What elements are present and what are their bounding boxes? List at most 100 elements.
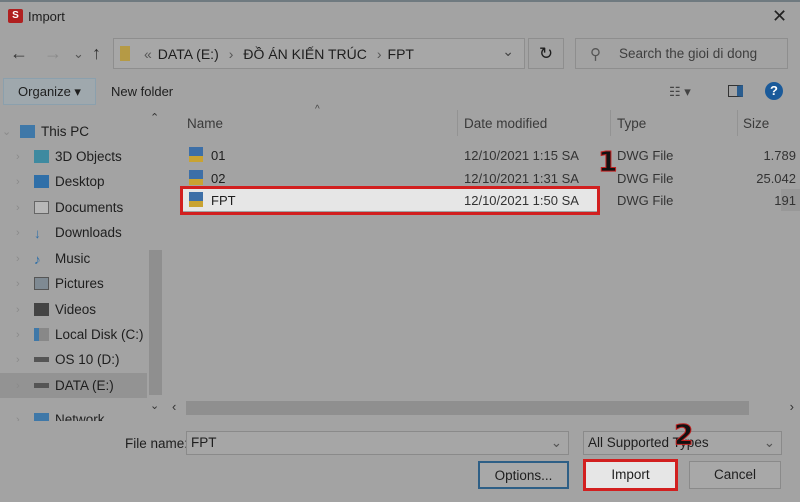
sidebar-item-network[interactable]: › Network xyxy=(0,407,147,421)
file-type: DWG File xyxy=(617,171,674,186)
chevron-down-icon[interactable]: ⌄ xyxy=(551,432,562,454)
sidebar-item-documents[interactable]: › Documents xyxy=(0,195,147,220)
scroll-right-icon[interactable]: › xyxy=(790,399,794,414)
breadcrumb-overflow[interactable]: « xyxy=(144,46,152,62)
options-button[interactable]: Options... xyxy=(478,461,569,489)
breadcrumb-data-e[interactable]: DATA (E:) xyxy=(158,46,219,62)
preview-pane-button[interactable] xyxy=(728,85,743,97)
address-bar[interactable]: « DATA (E:) › ĐỒ ÁN KIẾN TRÚC › FPT ⌄ xyxy=(113,38,525,69)
sidebar-item-label: OS 10 (D:) xyxy=(55,352,120,367)
column-header-date[interactable]: Date modified xyxy=(464,116,547,131)
sidebar-item-label: Music xyxy=(55,251,91,266)
sidebar-item-label: Desktop xyxy=(55,174,105,189)
video-icon xyxy=(34,303,49,316)
step-1-label: 1 xyxy=(597,145,618,179)
breadcrumb-separator: › xyxy=(228,45,234,62)
document-icon xyxy=(34,201,49,214)
music-icon: ♪ xyxy=(34,252,41,267)
breadcrumb-do-an-kien-truc[interactable]: ĐỒ ÁN KIẾN TRÚC xyxy=(243,46,366,62)
picture-icon xyxy=(34,277,49,290)
scroll-up-icon[interactable]: ⌃ xyxy=(150,111,159,124)
highlight-box-file xyxy=(180,186,600,215)
back-button[interactable]: ← xyxy=(10,43,28,64)
sidebar-item-label: Documents xyxy=(55,200,124,215)
cube-icon xyxy=(34,150,49,163)
search-input[interactable]: ⚲ Search the gioi di dong xyxy=(575,38,788,69)
file-type: DWG File xyxy=(617,193,674,208)
file-row[interactable]: 01 12/10/2021 1:15 SA DWG File 1.789 xyxy=(181,144,800,166)
sidebar-item-videos[interactable]: › Videos xyxy=(0,297,147,322)
file-date: 12/10/2021 1:15 SA xyxy=(464,148,579,163)
sidebar-item-local-disk-c[interactable]: › Local Disk (C:) xyxy=(0,322,147,347)
sidebar-item-label: Videos xyxy=(55,302,97,317)
forward-button[interactable]: → xyxy=(44,43,62,64)
column-header-name[interactable]: Name xyxy=(187,116,223,131)
folder-icon xyxy=(120,46,130,61)
sidebar-item-this-pc[interactable]: ⌄ This PC xyxy=(0,119,147,144)
sidebar-item-label: Network xyxy=(55,412,105,421)
dwg-file-icon xyxy=(189,147,203,162)
up-button[interactable]: ↑ xyxy=(92,43,101,64)
close-button[interactable]: ✕ xyxy=(772,6,787,27)
download-icon: ↓ xyxy=(34,226,41,241)
search-icon: ⚲ xyxy=(590,45,601,63)
sidebar-item-music[interactable]: › ♪ Music xyxy=(0,246,147,271)
network-icon xyxy=(34,413,49,421)
search-placeholder: Search the gioi di dong xyxy=(619,46,758,61)
sidebar-item-3d-objects[interactable]: › 3D Objects xyxy=(0,144,147,169)
sidebar-item-label: Local Disk (C:) xyxy=(55,327,144,342)
organize-button[interactable]: Organize ▾ xyxy=(3,78,96,105)
sidebar-item-label: DATA (E:) xyxy=(55,378,114,393)
sidebar-item-pictures[interactable]: › Pictures xyxy=(0,271,147,296)
file-date: 12/10/2021 1:31 SA xyxy=(464,171,579,186)
desktop-icon xyxy=(34,175,49,188)
file-type: DWG File xyxy=(617,148,674,163)
column-divider xyxy=(737,110,738,136)
drive-icon xyxy=(34,328,49,341)
sidebar-item-label: This PC xyxy=(41,124,90,139)
pc-icon xyxy=(20,125,35,138)
sidebar-item-label: Pictures xyxy=(55,276,104,291)
refresh-button[interactable]: ↻ xyxy=(528,38,564,69)
drive-icon xyxy=(34,357,49,362)
file-name-input[interactable]: FPT ⌄ xyxy=(186,431,569,455)
dwg-file-icon xyxy=(189,170,203,185)
window-title: Import xyxy=(28,9,65,24)
file-name-value: FPT xyxy=(191,435,217,450)
new-folder-button[interactable]: New folder xyxy=(111,84,173,99)
view-options-button[interactable]: ☷ ▾ xyxy=(669,84,691,100)
drive-icon xyxy=(34,383,49,388)
horizontal-scroll-thumb[interactable] xyxy=(186,401,749,415)
breadcrumb-separator: › xyxy=(376,45,382,62)
breadcrumb-fpt[interactable]: FPT xyxy=(388,46,414,62)
sidebar-item-downloads[interactable]: › ↓ Downloads xyxy=(0,220,147,245)
column-header-size[interactable]: Size xyxy=(743,116,769,131)
column-divider xyxy=(610,110,611,136)
file-name-label: File name: xyxy=(125,436,189,451)
sidebar-item-label: Downloads xyxy=(55,225,122,240)
sidebar-item-desktop[interactable]: › Desktop xyxy=(0,169,147,194)
highlight-box-import xyxy=(583,459,678,491)
help-button[interactable]: ? xyxy=(765,82,783,100)
sidebar-item-label: 3D Objects xyxy=(55,149,122,164)
cancel-button[interactable]: Cancel xyxy=(689,461,781,489)
file-size: 1.789 xyxy=(763,148,796,163)
column-divider xyxy=(457,110,458,136)
scroll-down-icon[interactable]: ⌄ xyxy=(150,399,159,412)
step-2-label: 2 xyxy=(673,418,694,452)
column-header-type[interactable]: Type xyxy=(617,116,646,131)
sidebar-item-os-10-d[interactable]: › OS 10 (D:) xyxy=(0,347,147,372)
title-bar xyxy=(0,0,800,34)
scroll-left-icon[interactable]: ‹ xyxy=(172,399,176,414)
navigation-pane: ⌄ This PC › 3D Objects › Desktop › Documents… xyxy=(0,111,147,421)
file-name: 01 xyxy=(211,148,226,163)
sketchup-app-icon: S xyxy=(8,9,23,23)
sidebar-item-data-e[interactable]: › DATA (E:) xyxy=(0,373,147,398)
sort-ascending-icon: ^ xyxy=(315,104,320,115)
address-dropdown-icon[interactable]: ⌄ xyxy=(502,43,514,60)
file-name: 02 xyxy=(211,171,226,186)
file-size: 25.042 xyxy=(756,171,796,186)
recent-locations-button[interactable]: ⌄ xyxy=(73,46,84,62)
sidebar-scroll-thumb[interactable] xyxy=(149,250,162,395)
chevron-down-icon[interactable]: ⌄ xyxy=(764,432,775,454)
